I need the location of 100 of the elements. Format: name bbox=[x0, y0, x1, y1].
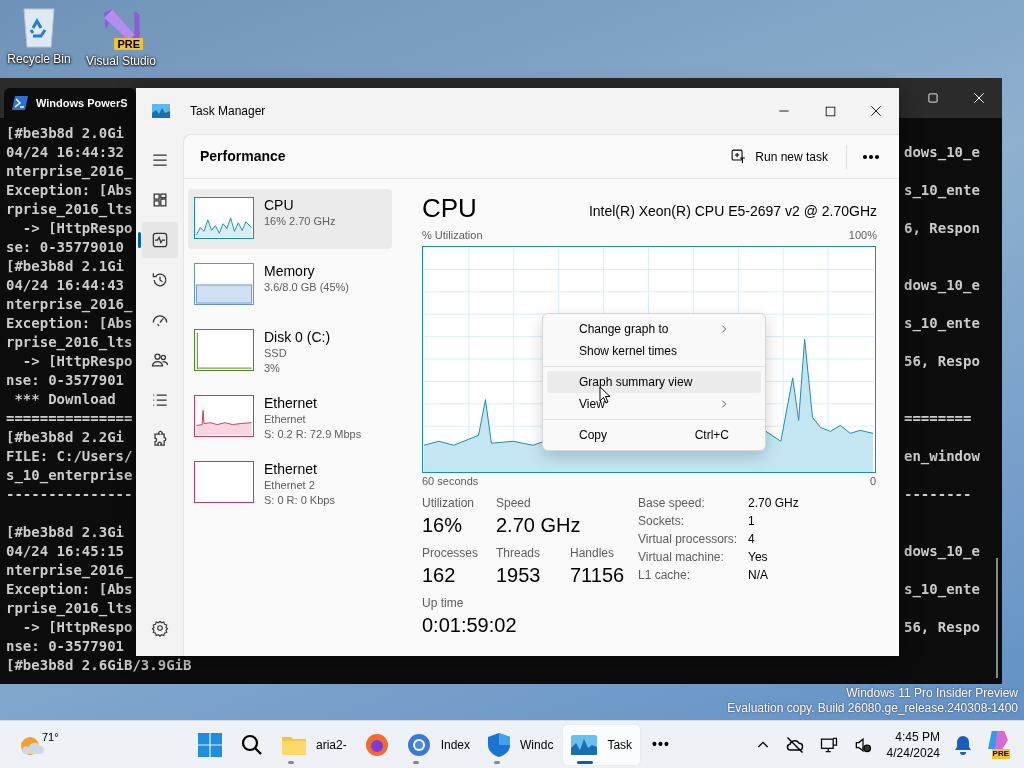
terminal-line: s_10_ente bbox=[904, 580, 980, 599]
clock-time[interactable]: 4:45 PM bbox=[895, 728, 940, 745]
stat-value: 1953 bbox=[496, 563, 542, 588]
terminal-line: 04/24 16:44:43 bbox=[6, 276, 124, 295]
terminal-line: FILE: C:/Users/ bbox=[6, 447, 133, 466]
page-heading: Performance bbox=[200, 147, 286, 166]
spec-value: 1 bbox=[748, 513, 756, 529]
taskbar-app-button[interactable]: aria2- bbox=[274, 724, 355, 765]
stat-label: Handles bbox=[570, 545, 616, 561]
taskbar-app-button[interactable]: Task bbox=[563, 724, 641, 765]
pre-badge: PRE bbox=[114, 38, 143, 50]
terminal-line: nse: 0-3577901 bbox=[6, 371, 124, 390]
terminal-line: dows_10_e bbox=[904, 276, 980, 295]
menu-item[interactable]: Show kernel times bbox=[547, 340, 761, 362]
terminal-line: dows_10_e bbox=[904, 143, 980, 162]
icon-label: Recycle Bin bbox=[7, 52, 71, 66]
running-indicator bbox=[288, 760, 294, 764]
device-name: Ethernet bbox=[264, 461, 318, 478]
close-icon bbox=[971, 90, 987, 106]
terminal-line: 04/24 16:45:15 bbox=[6, 542, 124, 561]
menu-item[interactable]: Copy Ctrl+C bbox=[547, 424, 761, 446]
bell-icon[interactable] bbox=[954, 734, 972, 755]
device-item[interactable]: Ethernet Ethernet S: 0.2 R: 72.9 Mbps bbox=[188, 387, 392, 447]
terminal-line: 56, Respo bbox=[904, 352, 980, 371]
terminal-line: Exception: [Abs bbox=[6, 580, 133, 599]
powershell-icon bbox=[12, 96, 28, 110]
cloud-off-icon bbox=[784, 734, 805, 755]
running-indicator bbox=[494, 760, 501, 764]
run-new-task-button[interactable]: Run new task bbox=[724, 141, 834, 172]
pre-badge: PRE bbox=[991, 748, 1010, 759]
folder-icon bbox=[282, 734, 306, 755]
device-info: 3% bbox=[264, 361, 281, 376]
terminal-line: [#be3b8d 2.6GiB/3.9GiB bbox=[6, 656, 192, 675]
copilot-icon[interactable] bbox=[986, 730, 1010, 749]
menu-item[interactable]: Change graph to bbox=[547, 318, 761, 340]
maximize-icon bbox=[926, 91, 940, 105]
task-manager-icon bbox=[152, 104, 170, 118]
recycle-bin-icon[interactable] bbox=[21, 6, 57, 48]
spec-label: Virtual machine: bbox=[638, 549, 725, 565]
device-name: Memory bbox=[264, 263, 316, 280]
stat-value: 0:01:59:02 bbox=[422, 613, 517, 638]
device-item[interactable]: Ethernet Ethernet 2 S: 0 R: 0 Kbps bbox=[188, 453, 392, 513]
device-info: S: 0 R: 0 Kbps bbox=[264, 493, 335, 508]
terminal-line: -> [HttpRespo bbox=[21, 219, 133, 238]
temperature: 71° bbox=[42, 730, 59, 746]
browser-icon bbox=[406, 732, 431, 757]
stat-value: 71156 bbox=[570, 563, 626, 588]
terminal-line: [#be3b8d 2.3Gi bbox=[6, 523, 124, 542]
more-apps-button[interactable]: ••• bbox=[642, 724, 680, 765]
spec-label: Sockets: bbox=[638, 513, 686, 529]
stat-label: Up time bbox=[422, 595, 465, 611]
stat-label: Threads bbox=[496, 545, 542, 561]
terminal-line: Exception: [Abs bbox=[6, 314, 133, 333]
device-info: SSD bbox=[264, 346, 288, 361]
stat-label: Speed bbox=[496, 495, 532, 511]
icon-label: Visual Studio bbox=[86, 54, 156, 68]
terminal-line: s_10_ente bbox=[904, 314, 980, 333]
terminal-line: en_window bbox=[904, 447, 980, 466]
build-watermark-text: Evaluation copy. Build 26080.ge_release.240308-1400 bbox=[727, 701, 1018, 716]
scrollbar[interactable] bbox=[996, 558, 998, 678]
terminal-line: *** Download bbox=[13, 390, 116, 409]
device-info: S: 0.2 R: 72.9 Mbps bbox=[264, 427, 362, 442]
nav-button[interactable] bbox=[141, 222, 178, 258]
terminal-line: -> [HttpRespo bbox=[21, 352, 133, 371]
terminal-line: s_10_ente bbox=[904, 181, 980, 200]
menu-item[interactable]: Graph summary view bbox=[547, 371, 761, 393]
search-icon bbox=[240, 732, 264, 757]
stat-value: 162 bbox=[422, 563, 457, 588]
device-item[interactable]: Disk 0 (C:) SSD 3% bbox=[188, 321, 392, 381]
terminal-line: Exception: [Abs bbox=[6, 181, 133, 200]
terminal-line: nterprise_2016_ bbox=[6, 561, 133, 580]
spec-label: Virtual processors: bbox=[638, 531, 739, 547]
terminal-line: -> [HttpRespo bbox=[21, 618, 133, 637]
axis-label: % Utilization bbox=[422, 228, 483, 243]
device-name: CPU bbox=[264, 197, 295, 214]
terminal-line: [#be3b8d 2.2Gi bbox=[6, 428, 124, 447]
terminal-line: 04/24 16:44:32 bbox=[6, 143, 124, 162]
stat-label: Processes bbox=[422, 545, 480, 561]
running-indicator bbox=[412, 760, 419, 764]
terminal-line: se: 0-35779010 bbox=[6, 238, 124, 257]
terminal-line: --------------- bbox=[6, 485, 133, 504]
taskbar-app-button[interactable]: Windc bbox=[480, 724, 562, 765]
device-item[interactable]: Memory 3.6/8.0 GB (45%) bbox=[188, 255, 392, 315]
terminal-line: dows_10_e bbox=[904, 542, 980, 561]
cpu-heading: CPU bbox=[422, 193, 477, 223]
spec-value: N/A bbox=[748, 567, 769, 583]
cpu-model: Intel(R) Xeon(R) CPU E5-2697 v2 @ 2.70GHz bbox=[588, 202, 877, 221]
device-item[interactable]: CPU 16% 2.70 GHz bbox=[188, 189, 392, 249]
axis-label: 100% bbox=[848, 228, 877, 243]
taskbar-app-button[interactable]: Index bbox=[398, 724, 479, 765]
windows-logo-icon bbox=[198, 732, 222, 757]
terminal-line: nterprise_2016_ bbox=[6, 295, 133, 314]
close-icon bbox=[869, 104, 883, 118]
build-watermark-text: Windows 11 Pro Insider Preview bbox=[846, 686, 1018, 701]
device-info: 16% 2.70 GHz bbox=[264, 214, 336, 229]
browser-icon bbox=[364, 732, 389, 757]
selection-indicator bbox=[137, 232, 141, 248]
device-info: 3.6/8.0 GB (45%) bbox=[264, 280, 349, 295]
clock-date[interactable]: 4/24/2024 bbox=[886, 744, 940, 761]
menu-item[interactable]: View bbox=[547, 393, 761, 415]
